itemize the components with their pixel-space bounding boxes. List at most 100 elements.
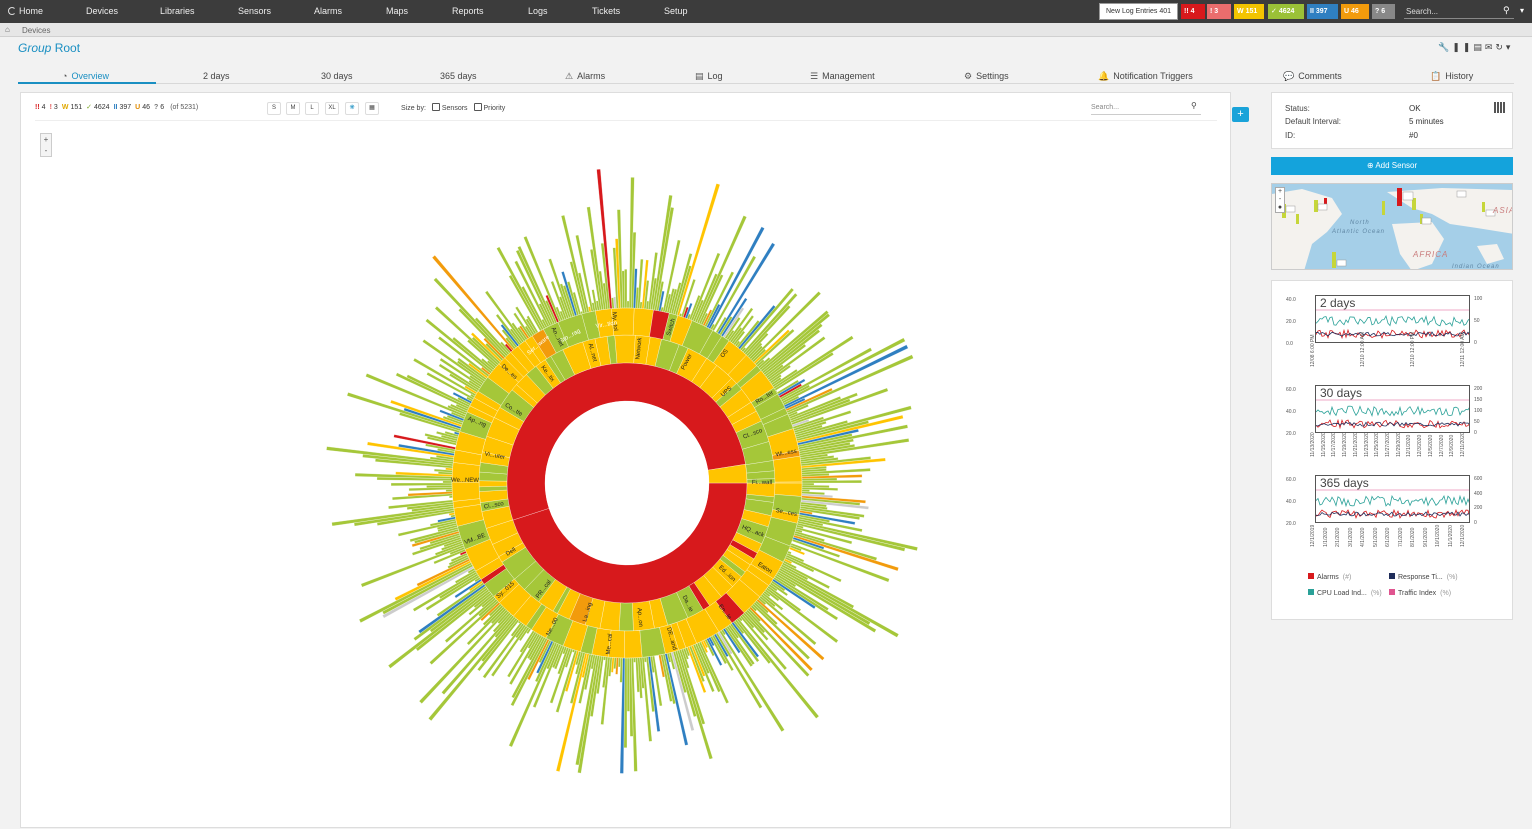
user-menu-icon[interactable]: ▾: [1520, 6, 1524, 15]
sensor-segment[interactable]: [777, 569, 871, 626]
zoom-in-button[interactable]: +: [41, 134, 51, 145]
device-segment[interactable]: [774, 482, 803, 497]
y-axis-tick: 20.0: [1286, 431, 1296, 437]
status-badge[interactable]: U 46: [1341, 4, 1369, 19]
status-badge[interactable]: !! 4: [1181, 4, 1205, 19]
nav-alarms[interactable]: Alarms: [314, 6, 342, 16]
nav-maps[interactable]: Maps: [386, 6, 408, 16]
sensor-segment[interactable]: [626, 300, 630, 309]
group-segment[interactable]: [478, 480, 508, 487]
status-count-icon: !!: [35, 104, 40, 111]
size-s-button[interactable]: S: [267, 102, 281, 115]
page-title-name: Root: [54, 41, 81, 55]
export-icon[interactable]: ▤: [1473, 42, 1485, 52]
tab-comments[interactable]: 💬 Comments: [1283, 71, 1342, 82]
status-count[interactable]: ! 3: [50, 104, 58, 111]
add-button[interactable]: +: [1232, 107, 1249, 122]
global-search-input[interactable]: Search...: [1404, 4, 1514, 19]
device-segment[interactable]: [451, 481, 480, 502]
status-count[interactable]: W 151: [62, 104, 82, 111]
add-sensor-button[interactable]: ⊕ Add Sensor: [1271, 157, 1513, 175]
sensor-segment[interactable]: [449, 495, 453, 499]
sunburst-center[interactable]: [545, 401, 709, 565]
sensor-segment[interactable]: [624, 269, 628, 309]
wrench-icon[interactable]: 🔧: [1438, 42, 1452, 52]
geo-map[interactable]: North Atlantic Ocean AFRICA ASIA Indian …: [1271, 183, 1513, 270]
status-count[interactable]: ✓ 4624: [86, 103, 109, 111]
tab-2-days[interactable]: 2 days: [203, 71, 230, 81]
history-chart[interactable]: 30 days: [1315, 385, 1470, 433]
nav-setup[interactable]: Setup: [664, 6, 688, 16]
grid-view-icon[interactable]: ▦: [365, 102, 379, 115]
device-segment[interactable]: [773, 455, 803, 483]
x-axis-tick: 12/7/2020: [1438, 434, 1445, 457]
search-icon[interactable]: ⚲: [1191, 101, 1197, 110]
tab-history[interactable]: 📋 History: [1430, 71, 1473, 82]
device-segment[interactable]: [624, 630, 643, 659]
size-l-button[interactable]: L: [305, 102, 319, 115]
sensor-segment[interactable]: [719, 630, 785, 732]
group-segment[interactable]: [614, 334, 636, 364]
legend-traffic-index: Traffic Index (%): [1389, 589, 1451, 597]
sensor-segment[interactable]: [445, 489, 453, 492]
sensor-segment[interactable]: [736, 617, 820, 719]
status-badge[interactable]: W 151: [1234, 4, 1264, 19]
tab-log[interactable]: ▤ Log: [695, 71, 723, 82]
pause-icon[interactable]: ❚❚: [1452, 42, 1473, 52]
status-badge[interactable]: ✓ 4624: [1268, 4, 1304, 19]
tab-notification-triggers[interactable]: 🔔 Notification Triggers: [1098, 71, 1193, 82]
device-segment[interactable]: [774, 481, 803, 484]
status-count[interactable]: II 397: [114, 104, 132, 111]
status-badge-icon: ?: [1375, 8, 1380, 15]
panel-search-input[interactable]: Search...: [1091, 101, 1201, 115]
nav-devices[interactable]: Devices: [86, 6, 118, 16]
status-count[interactable]: !! 4: [35, 104, 46, 111]
y-axis-tick-right: 150: [1474, 397, 1483, 403]
map-layers-icon[interactable]: ●: [1276, 204, 1284, 212]
status-badge[interactable]: II 397: [1307, 4, 1338, 19]
chevron-down-icon[interactable]: ▾: [1506, 42, 1514, 52]
sensor-segment[interactable]: [626, 657, 630, 712]
nav-reports[interactable]: Reports: [452, 6, 484, 16]
new-log-entries-button[interactable]: New Log Entries 401: [1099, 3, 1178, 20]
nav-tickets[interactable]: Tickets: [592, 6, 620, 16]
sensor-segment[interactable]: [428, 616, 516, 722]
nav-logs[interactable]: Logs: [528, 6, 548, 16]
status-count-value: 3: [53, 104, 58, 111]
sensor-segment[interactable]: [633, 657, 636, 663]
refresh-icon[interactable]: ↻: [1495, 42, 1506, 52]
status-count[interactable]: U 46: [135, 104, 150, 111]
tab-management[interactable]: ☰ Management: [810, 71, 875, 82]
status-count-icon: II: [113, 104, 118, 111]
mail-icon[interactable]: ✉: [1485, 42, 1496, 52]
status-count[interactable]: ? 6: [154, 104, 164, 111]
nav-home[interactable]: Home: [8, 6, 43, 16]
status-badge[interactable]: ? 6: [1372, 4, 1395, 19]
size-xl-button[interactable]: XL: [325, 102, 339, 115]
zoom-out-button[interactable]: -: [41, 145, 51, 156]
status-badge[interactable]: ! 3: [1207, 4, 1231, 19]
map-zoom-out-button[interactable]: -: [1276, 196, 1284, 204]
sensors-checkbox[interactable]: [431, 103, 440, 111]
breadcrumb-devices[interactable]: Devices: [22, 26, 50, 35]
qr-code-icon[interactable]: [1494, 102, 1505, 113]
priority-checkbox[interactable]: [473, 103, 482, 111]
map-zoom-in-button[interactable]: +: [1276, 188, 1284, 196]
home-breadcrumb-icon[interactable]: ⌂: [5, 25, 10, 34]
history-chart[interactable]: 2 days: [1315, 295, 1470, 343]
nav-libraries[interactable]: Libraries: [160, 6, 195, 16]
tab-overview[interactable]: ◔ Overview: [62, 71, 109, 81]
search-icon[interactable]: ⚲: [1503, 5, 1510, 16]
tab-alarms[interactable]: ⚠ Alarms: [565, 71, 605, 82]
group-segment[interactable]: [618, 602, 634, 632]
tab-30-days[interactable]: 30 days: [321, 71, 353, 81]
sunburst-view-icon[interactable]: ❋: [345, 102, 359, 115]
history-chart[interactable]: 365 days: [1315, 475, 1470, 523]
tab-365-days[interactable]: 365 days: [440, 71, 477, 81]
sensor-segment[interactable]: [739, 287, 795, 351]
size-m-button[interactable]: M: [286, 102, 300, 115]
tab-settings[interactable]: ⚙ Settings: [964, 71, 1009, 82]
nav-sensors[interactable]: Sensors: [238, 6, 271, 16]
sunburst-chart[interactable]: Branch Offices (Remote Probe)Datacenter …: [21, 93, 1232, 829]
sensor-segment[interactable]: [801, 482, 815, 486]
